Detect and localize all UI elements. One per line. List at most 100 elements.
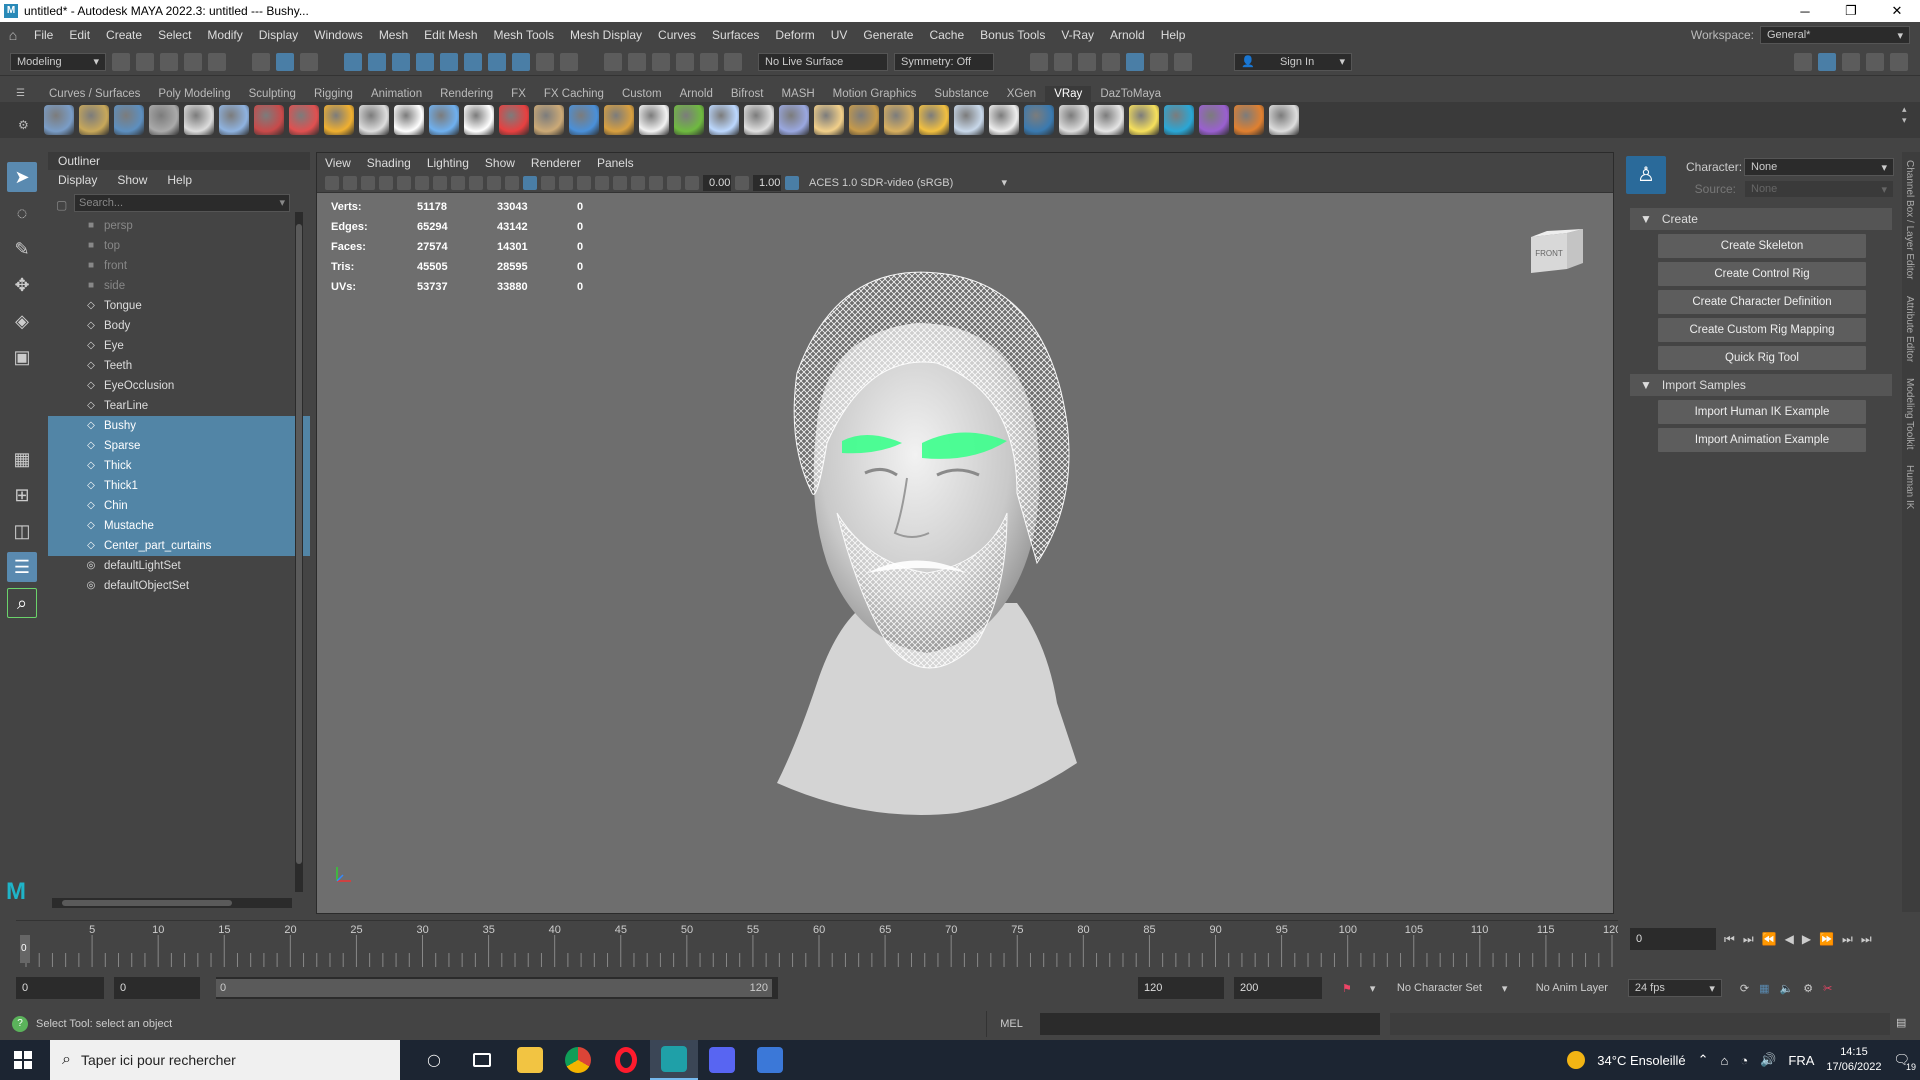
modeling-toolkit-icon[interactable] (1818, 52, 1836, 71)
lasso-tool-icon[interactable]: ◌ (7, 198, 37, 228)
taskbar-maya-icon[interactable] (650, 1040, 698, 1080)
shelf-tool-icon[interactable] (884, 105, 914, 135)
shelf-tool-icon[interactable] (1269, 105, 1299, 135)
menu-mesh-tools[interactable]: Mesh Tools (486, 28, 562, 42)
film-gate-icon[interactable] (415, 175, 429, 190)
shelf-tool-icon[interactable] (989, 105, 1019, 135)
outliner-item[interactable]: ◇ EyeOcclusion (48, 376, 310, 396)
network-icon[interactable]: ⌂ (1721, 1053, 1729, 1068)
outliner-item[interactable]: ◇ Bushy (48, 416, 310, 436)
create-skeleton-button[interactable]: Create Skeleton (1658, 234, 1866, 258)
cache-playback-icon[interactable]: ▦ (1759, 982, 1769, 995)
shelf-tab-motion-graphics[interactable]: Motion Graphics (824, 86, 926, 102)
brush-icon[interactable] (724, 52, 742, 71)
animation-preferences-icon[interactable]: ✂ (1823, 982, 1832, 995)
menu-select[interactable]: Select (150, 28, 199, 42)
outliner-search-input[interactable]: Search... ▾ (74, 194, 290, 212)
redo-icon[interactable] (208, 52, 226, 71)
menu-edit[interactable]: Edit (61, 28, 98, 42)
snap-edge-icon[interactable] (464, 52, 482, 71)
shelf-tool-icon[interactable] (1164, 105, 1194, 135)
menu-edit-mesh[interactable]: Edit Mesh (416, 28, 485, 42)
resolution-gate-icon[interactable] (433, 175, 447, 190)
grid-icon[interactable] (397, 175, 411, 190)
bookmark-icon[interactable] (361, 175, 375, 190)
render-frame-icon[interactable] (1054, 52, 1072, 71)
wireframe-icon[interactable] (505, 175, 519, 190)
ipr-render-icon[interactable] (1078, 52, 1096, 71)
range-end-field[interactable]: 200 (1234, 977, 1322, 999)
live-surface-dropdown[interactable]: No Live Surface (758, 52, 888, 71)
human-ik-icon[interactable]: ♙ (1626, 156, 1666, 194)
step-forward-frame-icon[interactable]: ⏩ (1819, 932, 1834, 946)
exposure-icon[interactable] (685, 175, 699, 190)
import-animation-example-button[interactable]: Import Animation Example (1658, 428, 1866, 452)
script-language-toggle[interactable]: MEL (986, 1011, 1036, 1037)
fps-dropdown[interactable]: 24 fps ▾ (1627, 979, 1722, 997)
menu-modify[interactable]: Modify (199, 28, 250, 42)
xray-icon[interactable] (649, 175, 663, 190)
shelf-tool-icon[interactable] (114, 105, 144, 135)
shelf-tool-icon[interactable] (1094, 105, 1124, 135)
shelf-tool-icon[interactable] (954, 105, 984, 135)
four-pane-layout-icon[interactable]: ⊞ (7, 480, 37, 510)
symmetry-dropdown[interactable]: Symmetry: Off (894, 52, 994, 71)
menu-surfaces[interactable]: Surfaces (704, 28, 767, 42)
shelf-tool-icon[interactable] (709, 105, 739, 135)
maximize-button[interactable]: ❐ (1828, 0, 1874, 22)
viewport-menu-show[interactable]: Show (485, 156, 515, 170)
outliner-menu-help[interactable]: Help (167, 173, 192, 187)
shelf-tool-icon[interactable] (534, 105, 564, 135)
shelf-tab-bifrost[interactable]: Bifrost (722, 86, 773, 102)
isolate-select-icon[interactable] (631, 175, 645, 190)
close-button[interactable]: ✕ (1874, 0, 1920, 22)
shelf-tab-poly-modeling[interactable]: Poly Modeling (149, 86, 239, 102)
minimize-button[interactable]: ─ (1782, 0, 1828, 22)
outliner-item[interactable]: ◇ Thick1 (48, 476, 310, 496)
current-time-marker[interactable]: 0 (20, 935, 30, 963)
safe-action-icon[interactable] (487, 175, 501, 190)
side-tab-attribute-editor[interactable]: Attribute Editor (1902, 288, 1917, 370)
snap-curve-icon[interactable] (368, 52, 386, 71)
shelf-settings-icon[interactable]: ⚙ (18, 118, 29, 132)
notification-icon[interactable]: 🗨 19 (1893, 1052, 1916, 1072)
snap-point-icon[interactable] (392, 52, 410, 71)
chevron-up-icon[interactable]: ⌃ (1698, 1052, 1709, 1068)
shelf-tool-icon[interactable] (79, 105, 109, 135)
shelf-tab-mash[interactable]: MASH (772, 86, 823, 102)
menu-mesh-display[interactable]: Mesh Display (562, 28, 650, 42)
scale-tool-icon[interactable]: ▣ (7, 342, 37, 372)
two-pane-layout-icon[interactable]: ◫ (7, 516, 37, 546)
source-dropdown[interactable]: None ▾ (1744, 180, 1894, 198)
render-view-icon[interactable] (1030, 52, 1048, 71)
shelf-tool-icon[interactable] (464, 105, 494, 135)
menu-set-dropdown[interactable]: Modeling ▾ (10, 52, 106, 71)
viewport-menu-view[interactable]: View (325, 156, 351, 170)
shelf-tool-icon[interactable] (779, 105, 809, 135)
menu-curves[interactable]: Curves (650, 28, 704, 42)
viewport-menu-lighting[interactable]: Lighting (427, 156, 469, 170)
weather-text[interactable]: 34°C Ensoleillé (1597, 1053, 1685, 1068)
shelf-tool-icon[interactable] (254, 105, 284, 135)
shelf-tab-substance[interactable]: Substance (925, 86, 997, 102)
hypershade-icon[interactable] (1126, 52, 1144, 71)
viewport-menu-panels[interactable]: Panels (597, 156, 634, 170)
camera-icon[interactable] (325, 175, 339, 190)
step-forward-key-icon[interactable]: ⏭ (1842, 932, 1853, 947)
taskbar-discord-icon[interactable] (698, 1040, 746, 1080)
layout-icon[interactable] (1794, 52, 1812, 71)
menu-help[interactable]: Help (1153, 28, 1194, 42)
outliner-item[interactable]: ◇ Tongue (48, 296, 310, 316)
taskbar-search-input[interactable]: ⌕ Taper ici pour rechercher (50, 1040, 400, 1080)
paint-select-tool-icon[interactable]: ✎ (7, 234, 37, 264)
quick-rig-tool-button[interactable]: Quick Rig Tool (1658, 346, 1866, 370)
anim-end-field[interactable]: 120 (1138, 977, 1224, 999)
color-space-dropdown[interactable]: ACES 1.0 SDR-video (sRGB) ▾ (803, 174, 1013, 191)
volume-icon[interactable]: 🔊 (1760, 1052, 1776, 1068)
gamma-icon[interactable] (735, 175, 749, 190)
render-settings-icon[interactable] (1102, 52, 1120, 71)
go-to-start-icon[interactable]: ⏮ (1724, 932, 1735, 947)
shelf-tab-vray[interactable]: VRay (1045, 86, 1092, 102)
snap-normal-icon[interactable] (512, 52, 530, 71)
create-character-definition-button[interactable]: Create Character Definition (1658, 290, 1866, 314)
